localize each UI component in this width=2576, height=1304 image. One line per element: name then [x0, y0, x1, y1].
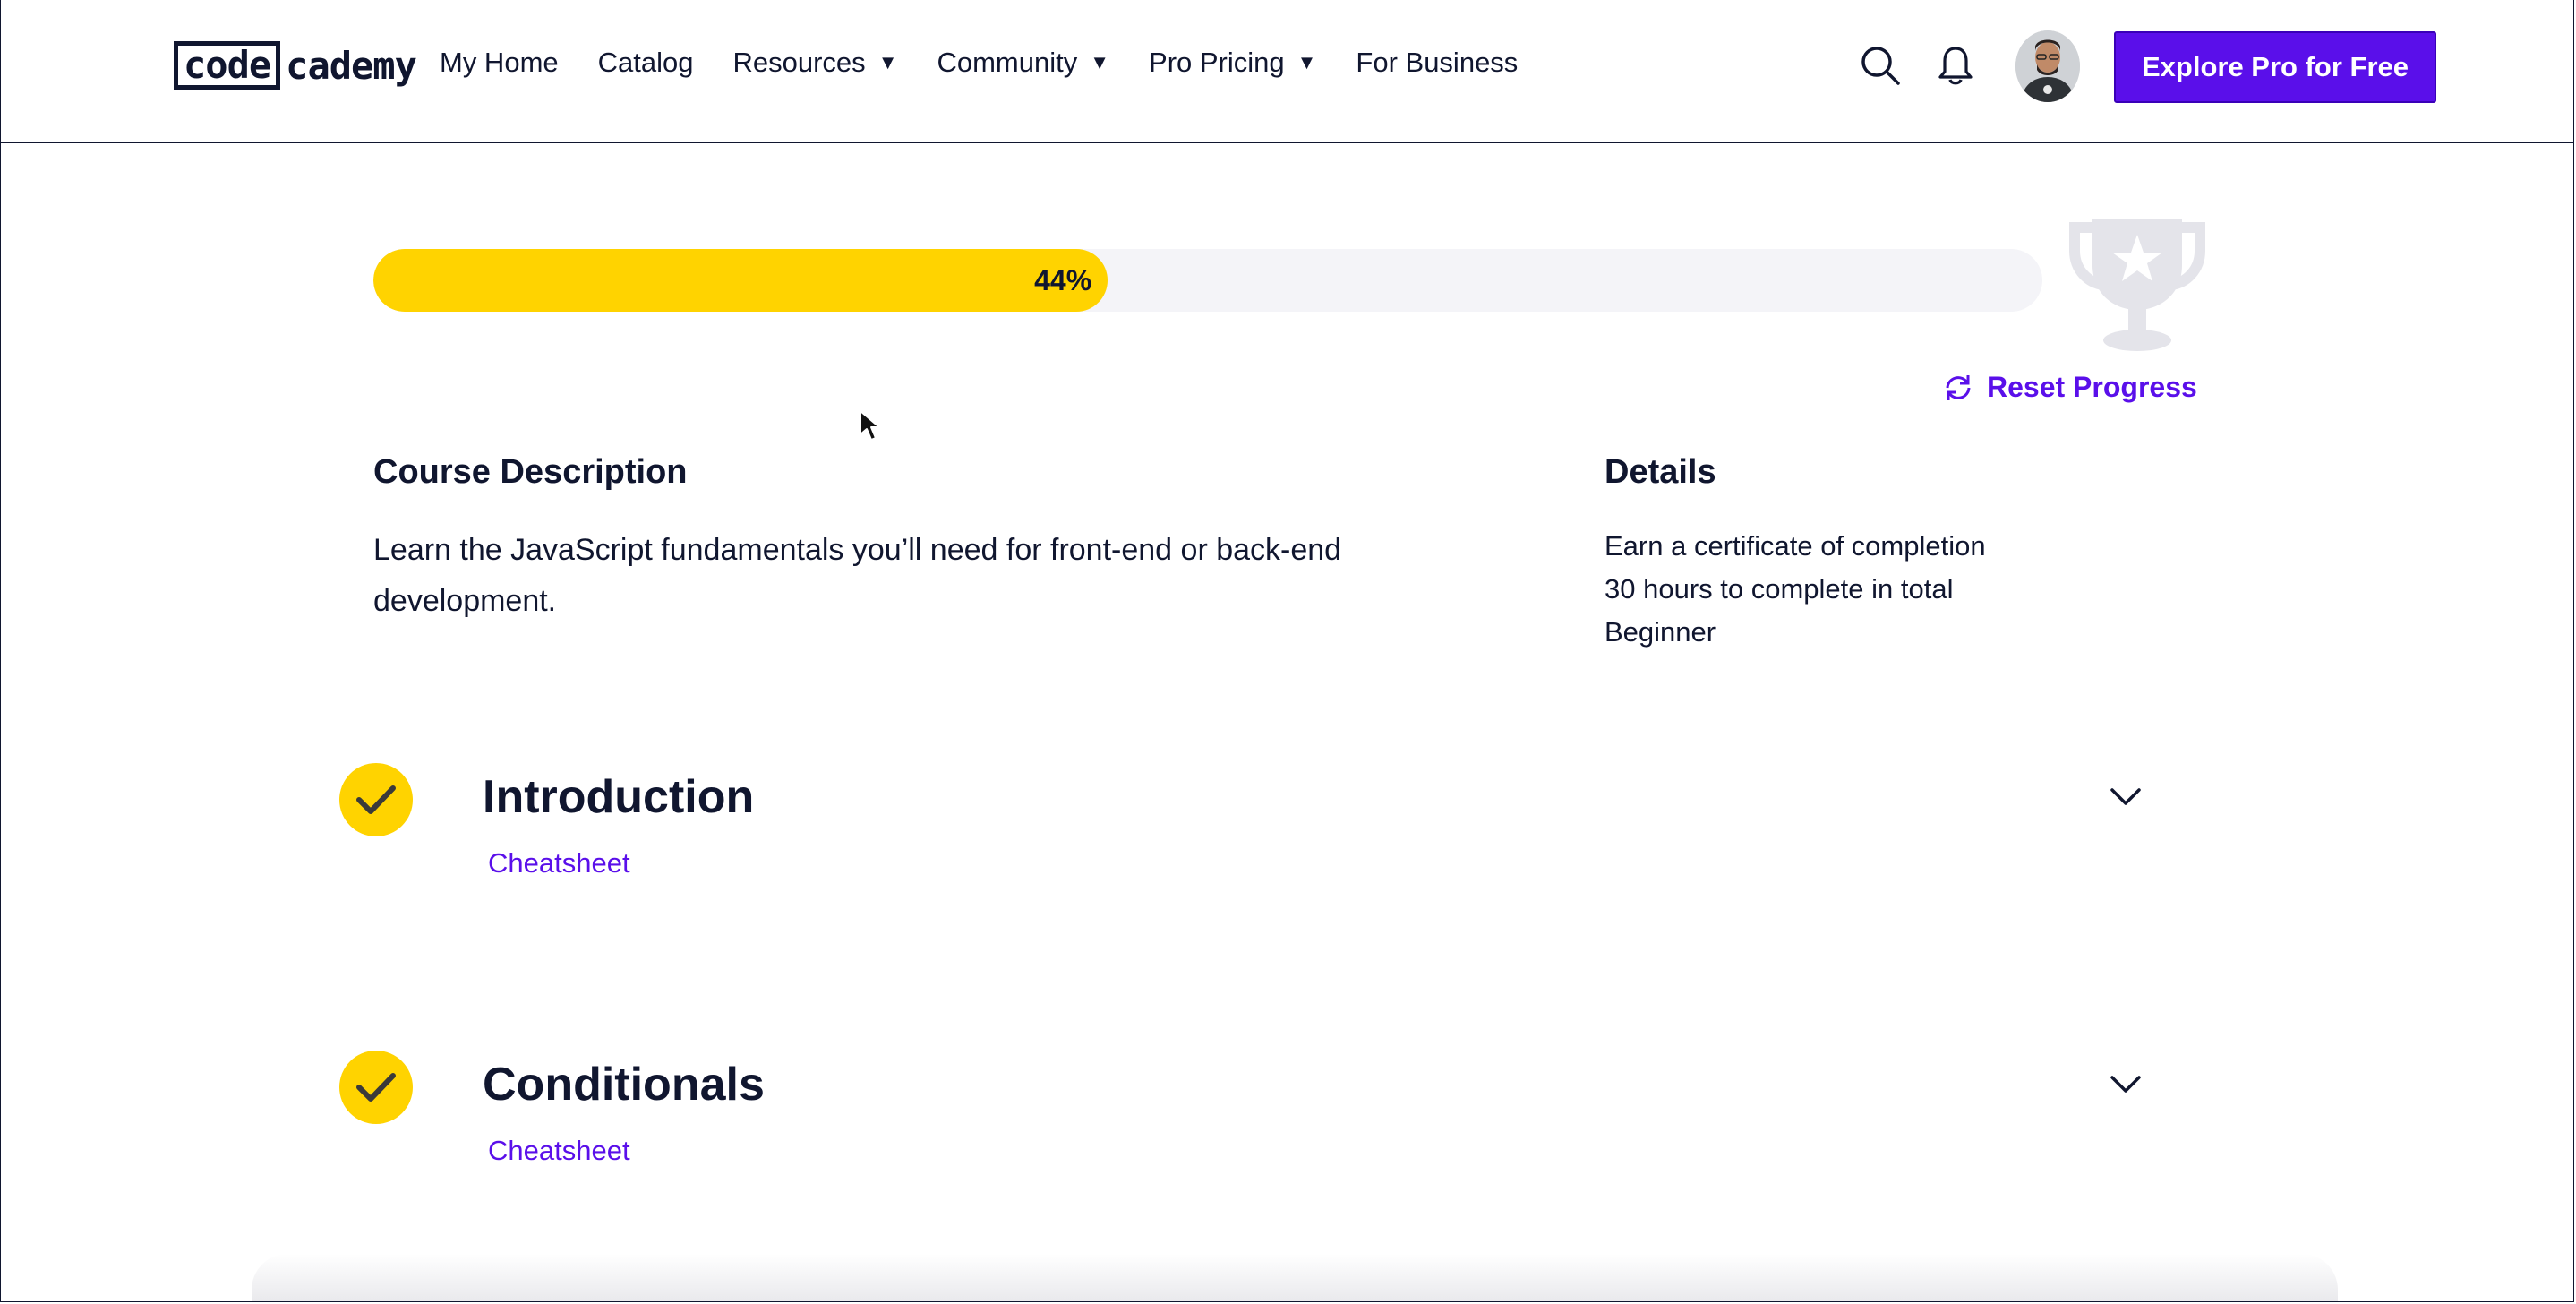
caret-down-icon: ▼ [1297, 51, 1317, 73]
caret-down-icon: ▼ [1090, 51, 1110, 73]
details-item: Beginner [1605, 616, 1716, 648]
chevron-down-icon[interactable] [2103, 779, 2148, 815]
bell-icon[interactable] [1933, 43, 1978, 88]
next-card-shadow [252, 1254, 2338, 1301]
module-title[interactable]: Introduction [483, 770, 754, 824]
nav-for-business-label: For Business [1356, 47, 1519, 78]
module-title[interactable]: Conditionals [483, 1058, 765, 1111]
trophy-icon [2067, 211, 2207, 351]
progress-percent-label: 44% [1034, 263, 1092, 296]
course-description-heading: Course Description [373, 453, 688, 491]
logo-rest-text: cademy [286, 43, 417, 88]
search-icon[interactable] [1858, 43, 1903, 88]
explore-pro-button[interactable]: Explore Pro for Free [2114, 31, 2436, 103]
nav-pro-pricing-label: Pro Pricing [1149, 47, 1285, 78]
avatar[interactable] [2015, 30, 2080, 102]
nav-my-home-label: My Home [440, 47, 559, 78]
nav-pro-pricing[interactable]: Pro Pricing ▼ [1149, 47, 1316, 79]
codecademy-logo[interactable]: code cademy [174, 41, 417, 90]
reset-progress-label: Reset Progress [1987, 371, 2197, 403]
nav-my-home[interactable]: My Home [440, 47, 559, 79]
top-nav-bar: code cademy My Home Catalog Resources ▼ C… [1, 0, 2573, 143]
nav-catalog-label: Catalog [597, 47, 694, 78]
course-description-text: Learn the JavaScript fundamentals you’ll… [373, 533, 1342, 618]
chevron-down-icon[interactable] [2103, 1067, 2148, 1102]
module-introduction: Introduction Cheatsheet [339, 763, 2148, 906]
caret-down-icon: ▼ [877, 51, 898, 73]
logo-box-text: code [174, 41, 281, 90]
nav-resources-label: Resources [732, 47, 866, 78]
nav-community[interactable]: Community ▼ [937, 47, 1109, 79]
reset-progress-button[interactable]: Reset Progress [1942, 371, 2197, 404]
details-heading: Details [1605, 453, 1716, 491]
nav-catalog[interactable]: Catalog [598, 47, 694, 79]
details-item: Earn a certificate of completion [1605, 530, 1986, 562]
details-list: Earn a certificate of completion 30 hour… [1605, 525, 1986, 654]
page: code cademy My Home Catalog Resources ▼ C… [0, 0, 2574, 1302]
mouse-cursor-icon [860, 410, 880, 441]
course-progress-bar: 44% [373, 249, 2042, 312]
nav-resources[interactable]: Resources ▼ [733, 47, 898, 79]
completed-check-icon [339, 1051, 413, 1124]
module-conditionals: Conditionals Cheatsheet [339, 1051, 2148, 1194]
progress-fill: 44% [373, 249, 1108, 312]
details-item: 30 hours to complete in total [1605, 573, 1954, 605]
refresh-icon [1946, 374, 1971, 400]
nav-for-business[interactable]: For Business [1356, 47, 1518, 79]
main-nav: My Home Catalog Resources ▼ Community ▼ Pr… [440, 47, 1557, 79]
completed-check-icon [339, 763, 413, 836]
nav-community-label: Community [937, 47, 1078, 78]
cheatsheet-link[interactable]: Cheatsheet [488, 847, 630, 879]
cheatsheet-link[interactable]: Cheatsheet [488, 1135, 630, 1167]
